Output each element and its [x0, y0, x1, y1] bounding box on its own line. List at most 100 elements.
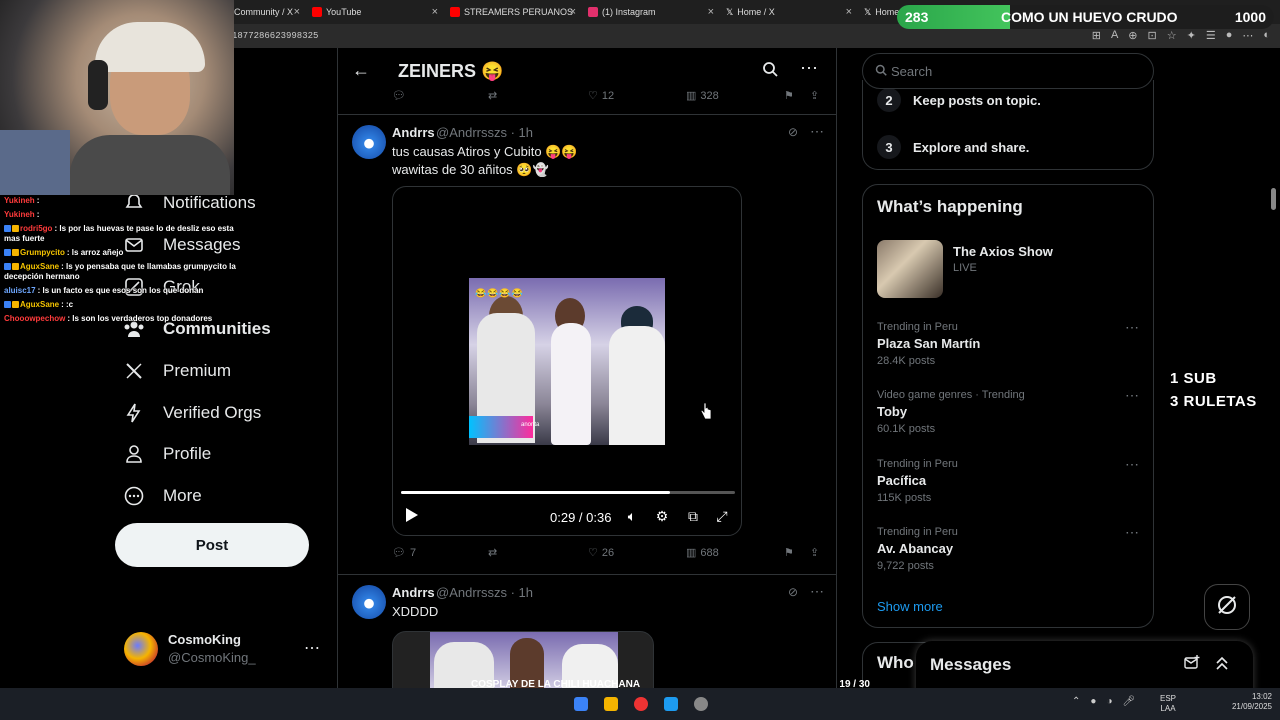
- tab-instagram[interactable]: (1) Instagram ×: [582, 2, 718, 22]
- app-icon[interactable]: [634, 697, 648, 711]
- close-icon[interactable]: ×: [432, 6, 438, 18]
- scrollbar-thumb[interactable]: [1271, 188, 1276, 210]
- repost-button[interactable]: ⇄: [488, 546, 497, 559]
- language-indicator[interactable]: ESP LAA: [1160, 694, 1176, 715]
- trend-item[interactable]: Trending in Peru Av. Abancay 9,722 posts…: [877, 524, 1147, 586]
- nav-item-profile[interactable]: Profile: [123, 439, 211, 469]
- share-button[interactable]: ⇪: [810, 546, 819, 559]
- app-tray-icon[interactable]: ◑: [1106, 696, 1112, 707]
- chevron-up-icon[interactable]: ⌃: [1072, 696, 1080, 707]
- tweet-author-handle[interactable]: @Andrrsszs · 1h: [436, 125, 533, 140]
- nav-item-verified-orgs[interactable]: Verified Orgs: [123, 398, 261, 428]
- search-input[interactable]: Search: [862, 53, 1154, 89]
- favorite-star-icon[interactable]: ☆: [1167, 29, 1177, 42]
- rule-text: Explore and share.: [913, 139, 1030, 155]
- close-icon[interactable]: ×: [846, 6, 852, 18]
- panel-title: What’s happening: [877, 197, 1023, 216]
- more-dots-icon[interactable]: ⋯: [1125, 524, 1139, 541]
- sub-promo-line: 1 SUB: [1170, 370, 1217, 387]
- close-icon[interactable]: ×: [570, 6, 576, 18]
- profile-icon[interactable]: ●: [1226, 29, 1233, 42]
- close-icon[interactable]: ×: [294, 6, 300, 18]
- more-dots-icon[interactable]: ⋯: [810, 123, 824, 140]
- live-event[interactable]: The Axios Show LIVE: [877, 240, 1147, 300]
- tweet-author-name[interactable]: Andrrs: [392, 585, 435, 600]
- more-dots-icon[interactable]: ⋯: [1125, 456, 1139, 473]
- video-progress-bar[interactable]: [401, 491, 735, 494]
- tab-youtube[interactable]: YouTube ×: [306, 2, 442, 22]
- views-button[interactable]: ▥ 328: [686, 89, 719, 103]
- close-icon[interactable]: ×: [708, 6, 714, 18]
- more-dots-icon[interactable]: ⋯: [304, 638, 320, 658]
- account-switcher[interactable]: CosmoKing @CosmoKing_ ⋯: [124, 630, 324, 670]
- person-figure: [609, 326, 665, 445]
- chat-text: ls un facto es que esos son los que dona…: [42, 286, 204, 295]
- like-button[interactable]: ♡ 26: [588, 546, 614, 560]
- read-aloud-icon[interactable]: A: [1111, 29, 1118, 42]
- reply-button[interactable]: 💬︎ 7: [392, 546, 416, 560]
- nav-item-more[interactable]: More: [123, 481, 202, 511]
- nav-item-premium[interactable]: Premium: [123, 356, 231, 386]
- clock[interactable]: 13:02 21/09/2025: [1232, 692, 1272, 713]
- tab-community[interactable]: Community / X ×: [228, 2, 304, 22]
- more-dots-icon[interactable]: ⋯: [1125, 387, 1139, 404]
- avatar[interactable]: [352, 125, 386, 159]
- more-dots-icon[interactable]: ⋯: [1125, 319, 1139, 336]
- video-emojis: 😂😂😂😂: [475, 288, 524, 298]
- screenshot-icon[interactable]: ⊡: [1148, 29, 1157, 42]
- pip-icon[interactable]: ⧉: [684, 507, 702, 525]
- volume-icon[interactable]: 🔈︎: [623, 507, 641, 525]
- new-message-icon[interactable]: [1184, 655, 1200, 676]
- file-explorer-icon[interactable]: [604, 697, 618, 711]
- translate-icon[interactable]: ⊞: [1092, 29, 1101, 42]
- microphone-icon[interactable]: 🎤︎: [1122, 696, 1135, 707]
- trend-item[interactable]: Video game genres · Trending Toby 60.1K …: [877, 387, 1147, 449]
- trend-item[interactable]: Trending in Peru Pacífica 115K posts ⋯: [877, 456, 1147, 518]
- app-icon[interactable]: [694, 697, 708, 711]
- tweet-author-handle[interactable]: @Andrrsszs · 1h: [436, 585, 533, 600]
- messages-drawer[interactable]: Messages: [916, 641, 1253, 693]
- favorites-icon[interactable]: ☰: [1206, 29, 1216, 42]
- extensions-icon[interactable]: ✦: [1187, 29, 1196, 42]
- like-button[interactable]: ♡ 12: [588, 89, 614, 103]
- panel-title: Who: [877, 653, 914, 672]
- trend-item[interactable]: Trending in Peru Plaza San Martín 28.4K …: [877, 319, 1147, 381]
- share-button[interactable]: ⇪: [810, 89, 819, 102]
- edge-icon[interactable]: [664, 697, 678, 711]
- more-dots-icon[interactable]: ⋯: [800, 58, 818, 79]
- views-button[interactable]: ▥ 688: [686, 546, 719, 560]
- tab-streamers[interactable]: STREAMERS PERUANOS ×: [444, 2, 580, 22]
- page-scrollbar[interactable]: [1268, 48, 1278, 688]
- tab-home-x[interactable]: 𝕏 Home / X ×: [720, 2, 856, 22]
- start-icon[interactable]: [574, 697, 588, 711]
- chevron-up-icon[interactable]: [1214, 655, 1230, 676]
- post-button[interactable]: Post: [115, 523, 309, 567]
- zoom-icon[interactable]: ⊕: [1128, 29, 1137, 42]
- video-player[interactable]: anorita 😂😂😂😂 0:29 / 0:36 🔈︎ ⚙ ⧉ ⤢: [392, 186, 742, 536]
- fullscreen-icon[interactable]: ⤢: [713, 507, 731, 525]
- avatar[interactable]: [352, 585, 386, 619]
- grok-icon[interactable]: ⊘: [788, 125, 798, 139]
- tweet-text-line: wawitas de 30 añitos 🥺👻: [392, 161, 549, 177]
- tweet-author-name[interactable]: Andrrs: [392, 125, 435, 140]
- tweet[interactable]: Andrrs @Andrrsszs · 1h ⊘ ⋯ tus causas At…: [338, 115, 836, 575]
- play-icon[interactable]: [403, 507, 419, 523]
- settings-gear-icon[interactable]: ⚙: [653, 507, 671, 525]
- reply-button[interactable]: 💬︎: [392, 89, 406, 102]
- bookmark-button[interactable]: ⚑: [784, 546, 794, 559]
- tab-home[interactable]: 𝕏 Home: [858, 2, 899, 22]
- show-more-link[interactable]: Show more: [877, 599, 943, 614]
- grok-icon[interactable]: ⊘: [788, 585, 798, 599]
- back-arrow-icon[interactable]: ←: [352, 60, 370, 81]
- search-icon[interactable]: [762, 61, 778, 82]
- grok-floating-button[interactable]: [1204, 584, 1250, 630]
- tweet[interactable]: Andrrs @Andrrsszs · 1h ⊘ ⋯ XDDDD: [338, 575, 836, 688]
- repost-button[interactable]: ⇄: [488, 89, 497, 102]
- bookmark-button[interactable]: ⚑: [784, 89, 794, 102]
- copilot-icon[interactable]: ◐: [1263, 29, 1270, 42]
- more-dots-icon[interactable]: ⋯: [810, 583, 824, 600]
- app-tray-icon[interactable]: ●: [1090, 696, 1096, 707]
- nav-label: Verified Orgs: [163, 403, 262, 422]
- search-placeholder: Search: [891, 64, 933, 79]
- more-dots-icon[interactable]: ⋯: [1242, 29, 1253, 42]
